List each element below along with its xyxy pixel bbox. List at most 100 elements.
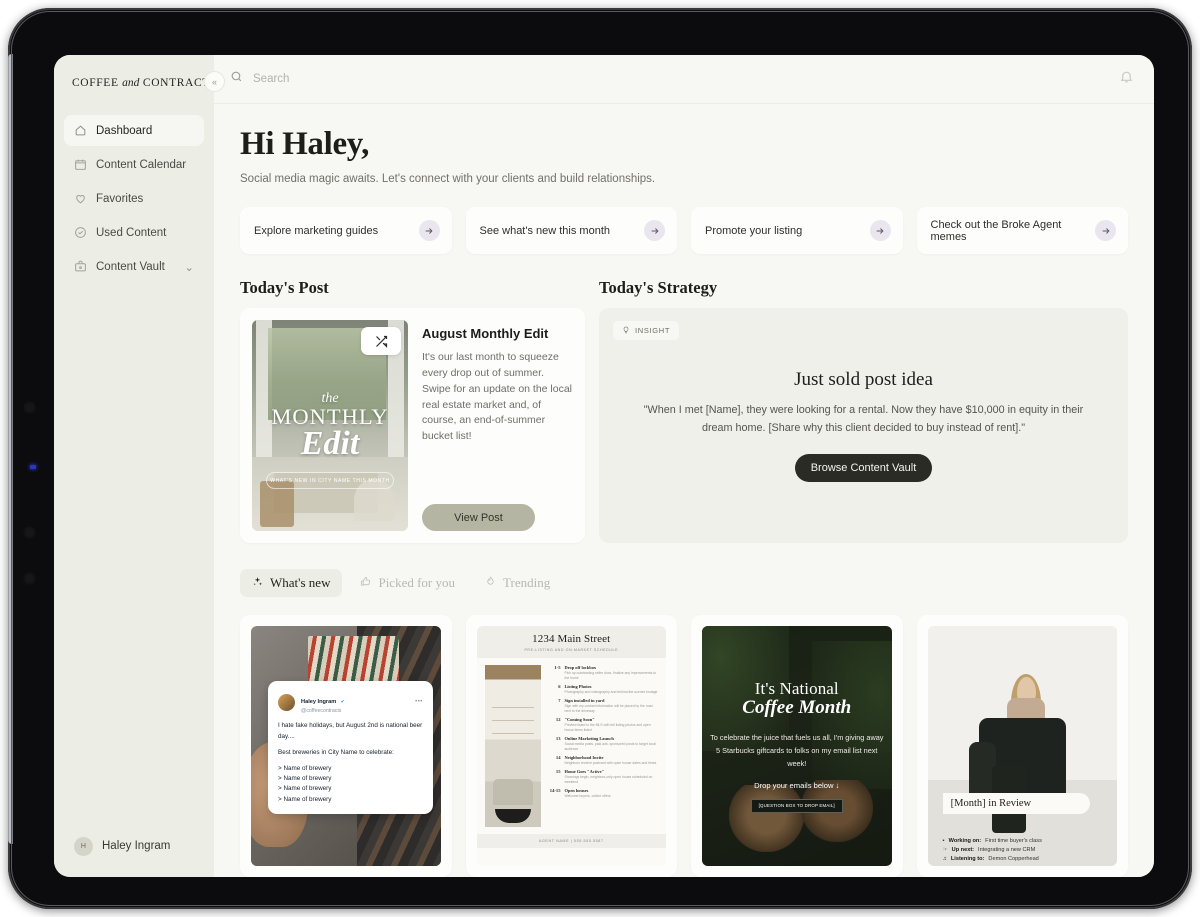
row-heading: Online Marketing Launch (564, 735, 614, 741)
listing-subtitle: PRE-LISTING AND ON-MARKET SCHEDULE (524, 648, 619, 653)
app-screen: COFFEE and CONTRACTS « Dashboard Content… (54, 55, 1154, 877)
tab-trending[interactable]: Trending (473, 569, 562, 597)
page-subtitle: Social media magic awaits. Let's connect… (240, 173, 656, 186)
list-item: ♫ Listening to: Demon Copperhead (943, 856, 1106, 862)
avatar: H (74, 836, 93, 856)
sidebar-collapse-button[interactable]: « (204, 71, 225, 92)
todays-strategy-heading: Today's Strategy (599, 278, 718, 298)
content-card-image: It's National Coffee Month To celebrate … (702, 626, 892, 867)
heart-icon (74, 192, 87, 205)
browse-content-vault-button[interactable]: Browse Content Vault (794, 454, 933, 483)
table-row: 15 Home Goes "Active" Showings begin, ne… (547, 769, 659, 785)
thumb-line-3: Edit (300, 424, 360, 462)
dashboard-sections: Today's Post the MONTHLY Edit WHAT'S NEW… (240, 278, 1128, 544)
row-heading: Sign installed in yard (564, 698, 605, 704)
row-text: "Coming Soon" Preview listed in the MLS … (565, 717, 659, 733)
search-icon (230, 70, 243, 88)
coffee-line-1: It's National (754, 679, 839, 699)
sidebar-item-content-calendar[interactable]: Content Calendar (64, 149, 204, 180)
tablet-button-bottom[interactable] (22, 571, 37, 586)
tab-picked-for-you[interactable]: Picked for you (348, 569, 467, 597)
list-item: > Name of brewery (278, 795, 332, 803)
calendar-icon (74, 158, 87, 171)
table-row: 14 Neighborhood Invite Neighbors receive… (547, 755, 659, 766)
home-icon (74, 124, 87, 137)
tweet-header: Haley Ingram ✔ @coffeecontracts ••• (278, 690, 423, 714)
sidebar-item-content-vault[interactable]: Content Vault ⌄ (64, 251, 204, 282)
post-thumbnail[interactable]: the MONTHLY Edit WHAT'S NEW IN CITY NAME… (252, 320, 408, 532)
arrow-right-icon (1095, 220, 1116, 242)
content-card-listing-schedule[interactable]: 1234 Main Street PRE-LISTING AND ON-MARK… (465, 615, 677, 877)
arrow-right-icon (418, 220, 440, 242)
sidebar-item-dashboard[interactable]: Dashboard (64, 115, 204, 146)
flame-icon (485, 575, 496, 591)
sidebar-user-profile[interactable]: H Haley Ingram (54, 815, 214, 877)
card-decoration (494, 809, 531, 824)
row-day: 1-5 (554, 665, 561, 671)
post-title: August Monthly Edit (422, 326, 549, 342)
coffee-body: To celebrate the juice that fuels us all… (710, 733, 884, 768)
row-heading: Home Goes "Active" (564, 768, 605, 774)
shuffle-post-button[interactable] (361, 327, 401, 356)
tab-whats-new[interactable]: What's new (240, 569, 343, 598)
card-decoration (492, 779, 533, 806)
row-detail: Welcome buyers, collect offers (564, 793, 611, 798)
row-day: 7 (558, 698, 561, 704)
listing-body: 1-5 Drop off lockbox Pick up outstanding… (477, 658, 667, 834)
coffee-line-2: Coffee Month (742, 697, 852, 719)
content-card-month-in-review[interactable]: [Month] in Review ▪ Working on: First ti… (916, 615, 1128, 877)
quicklink-see-whats-new[interactable]: See what's new this month (465, 207, 677, 255)
card-decoration (491, 707, 534, 709)
todays-strategy-section: Today's Strategy INSIGHT Just sold post … (599, 278, 1128, 544)
list-item: > Name of brewery (278, 775, 332, 783)
row-day: 14 (555, 754, 561, 760)
list-item-label: Up next: (951, 846, 975, 853)
coffee-question-box-placeholder: [QUESTION BOX TO DROP EMAIL] (750, 798, 843, 814)
tablet-device-frame: COFFEE and CONTRACTS « Dashboard Content… (8, 8, 1192, 909)
row-text: Drop off lockbox Pick up outstanding sel… (565, 665, 659, 681)
quicklink-label: See what's new this month (479, 224, 611, 237)
content-card-tweet[interactable]: Haley Ingram ✔ @coffeecontracts ••• I ha… (240, 615, 452, 877)
sidebar-item-used-content[interactable]: Used Content (64, 217, 204, 248)
list-item: ☞ Up next: Integrating a new CRM (943, 847, 1106, 853)
tweet-handle: @coffeecontracts (301, 708, 342, 715)
vault-icon (74, 260, 87, 273)
table-row: 7 Sign installed in yard Sign with my co… (547, 698, 659, 714)
listing-title: 1234 Main Street (532, 633, 611, 646)
sparkle-icon (252, 575, 263, 591)
insight-badge-label: INSIGHT (635, 326, 671, 336)
tweet-line-2: Best breweries in City Name to celebrate… (278, 748, 394, 756)
table-row: 14-15 Open houses Welcome buyers, collec… (547, 788, 659, 799)
sidebar-item-favorites[interactable]: Favorites (64, 183, 204, 214)
table-row: 12 "Coming Soon" Preview listed in the M… (547, 717, 659, 733)
tab-label: Trending (503, 575, 551, 591)
row-detail: Preview listed in the MLS with full list… (564, 722, 651, 732)
quicklink-label: Promote your listing (705, 224, 803, 237)
quicklink-promote-your-listing[interactable]: Promote your listing (691, 207, 903, 255)
tablet-button-top[interactable] (22, 400, 37, 415)
page-title: Hi Haley, (240, 126, 370, 162)
tablet-side-edge (8, 54, 13, 844)
chevron-down-icon[interactable]: ⌄ (184, 260, 194, 274)
bullet-icon: ☞ (942, 846, 948, 853)
tweet-mockup: Haley Ingram ✔ @coffeecontracts ••• I ha… (268, 681, 433, 814)
review-label: [Month] in Review (942, 792, 1091, 814)
brand-part-2: and (122, 77, 140, 89)
tab-label: What's new (270, 575, 331, 591)
notification-bell-icon[interactable] (1119, 69, 1134, 89)
content-tabs: What's new Picked for you Trending (240, 569, 1128, 598)
tweet-line-1: I hate fake holidays, but August 2nd is … (278, 722, 423, 740)
table-row: 13 Online Marketing Launch Social media … (547, 736, 659, 752)
brand-part-1: COFFEE (72, 77, 119, 89)
tablet-led-indicator (30, 465, 36, 469)
view-post-button[interactable]: View Post (422, 504, 535, 532)
brand-logo[interactable]: COFFEE and CONTRACTS (54, 73, 216, 89)
row-heading: Open houses (564, 787, 589, 793)
quicklink-broke-agent-memes[interactable]: Check out the Broke Agent memes (916, 207, 1128, 255)
content-card-coffee-month[interactable]: It's National Coffee Month To celebrate … (691, 615, 903, 877)
quicklink-explore-marketing-guides[interactable]: Explore marketing guides (240, 207, 452, 255)
tablet-button-middle[interactable] (22, 525, 37, 540)
search-input[interactable] (253, 73, 513, 85)
row-detail: Showings begin, neighbors-only open hous… (564, 774, 653, 784)
thumb-ribbon: WHAT'S NEW IN CITY NAME THIS MONTH (266, 472, 394, 490)
